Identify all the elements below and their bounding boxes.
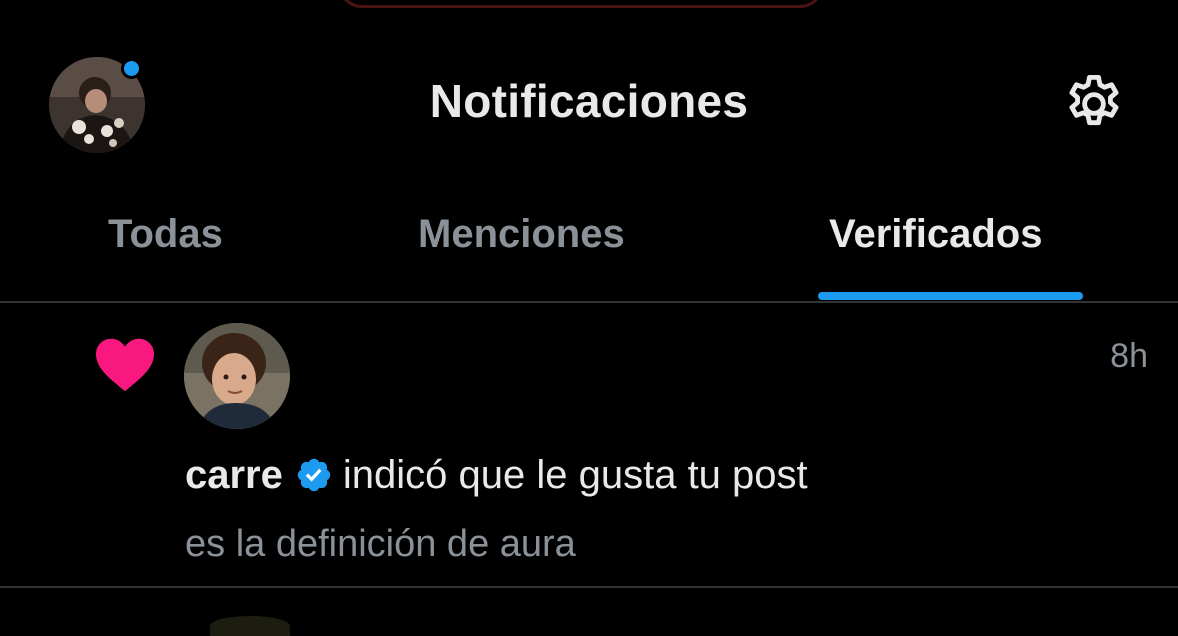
active-tab-indicator (818, 292, 1083, 300)
gear-icon (1069, 74, 1119, 126)
heart-icon (93, 335, 157, 393)
settings-button[interactable] (1060, 70, 1128, 138)
user-avatar[interactable] (184, 323, 290, 429)
post-preview: es la definición de aura (185, 523, 576, 565)
timestamp: 8h (1110, 337, 1148, 375)
page-title: Notificaciones (429, 75, 749, 127)
username[interactable]: carre (185, 453, 283, 497)
divider (0, 586, 1178, 588)
tab-menciones[interactable]: Menciones (418, 212, 625, 257)
notification-text: carre indicó que le gusta tu post (185, 453, 808, 498)
action-text: indicó que le gusta tu post (342, 453, 808, 497)
tab-verificados[interactable]: Verificados (829, 212, 1042, 257)
verified-badge-icon (295, 456, 333, 494)
notification-item[interactable]: 8h carre indicó que le gusta tu post es l… (0, 303, 1178, 586)
next-item-avatar-peek (210, 616, 290, 636)
user-avatar-image (184, 323, 290, 429)
tab-bar: Todas Menciones Verificados (0, 200, 1178, 300)
tab-todas[interactable]: Todas (108, 212, 223, 257)
header: Notificaciones (0, 0, 1178, 210)
